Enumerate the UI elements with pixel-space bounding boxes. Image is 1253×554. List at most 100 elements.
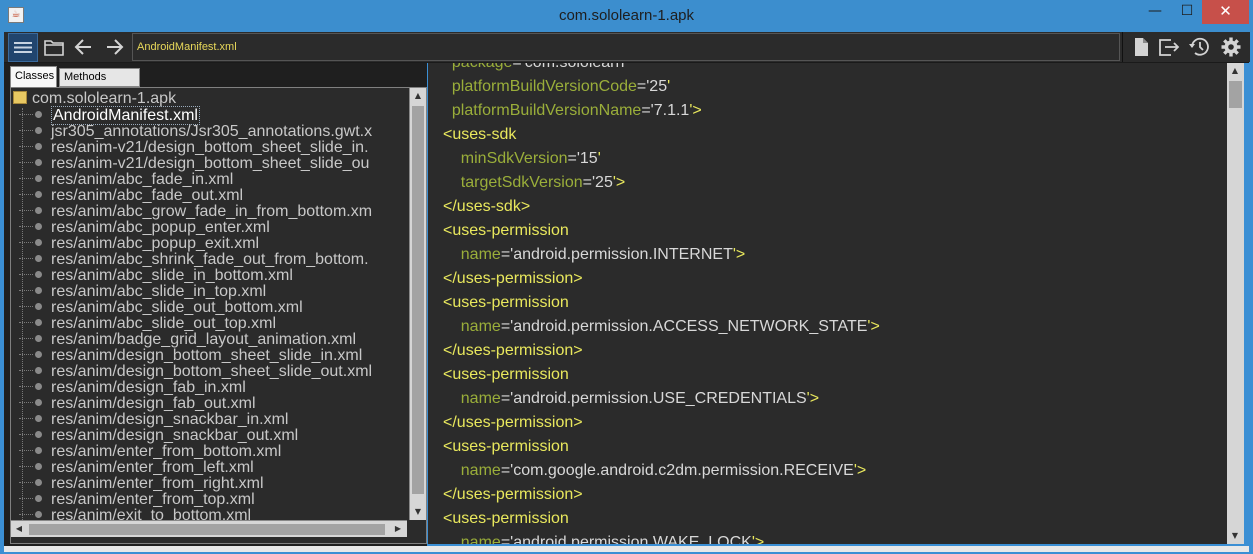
tree-connector	[19, 434, 33, 435]
tree-item-label: res/anim/enter_from_top.xml	[51, 491, 255, 508]
tree-connector	[19, 482, 33, 483]
tree-item[interactable]: res/anim/abc_grow_fade_in_from_bottom.xm	[19, 204, 372, 220]
tree-vertical-scrollbar[interactable]: ▲ ▼	[409, 88, 426, 520]
tree-item[interactable]: res/anim/design_bottom_sheet_slide_in.xm…	[19, 348, 362, 364]
tree-item[interactable]: res/anim/abc_fade_in.xml	[19, 172, 233, 188]
menu-button[interactable]	[8, 33, 38, 62]
xml-tag: </uses-permission>	[443, 270, 583, 287]
tree-item-label: res/anim/badge_grid_layout_animation.xml	[51, 331, 357, 348]
leaf-node-icon	[35, 335, 42, 342]
tab-methods-count[interactable]: Methods count	[59, 68, 140, 100]
tree-item[interactable]: res/anim/design_fab_in.xml	[19, 380, 246, 396]
tree-item[interactable]: res/anim/abc_popup_exit.xml	[19, 236, 259, 252]
settings-button[interactable]	[1219, 36, 1243, 58]
history-button[interactable]	[1187, 36, 1211, 58]
open-file-button[interactable]	[42, 36, 66, 58]
tree-item-label: res/anim/abc_slide_in_bottom.xml	[51, 267, 293, 284]
tree-vertical-scroll-thumb[interactable]	[412, 106, 424, 494]
tab-classes[interactable]: Classes	[10, 66, 57, 88]
scroll-down-icon[interactable]: ▼	[410, 504, 426, 520]
close-button[interactable]: ✕	[1202, 0, 1249, 24]
tree-horizontal-scroll-thumb[interactable]	[29, 524, 385, 535]
file-path-field[interactable]: AndroidManifest.xml	[132, 33, 1120, 61]
folder-open-icon	[44, 40, 64, 56]
tree-item[interactable]: res/anim/design_fab_out.xml	[19, 396, 256, 412]
scroll-right-icon[interactable]: ▶	[390, 521, 406, 537]
tree-item[interactable]: res/anim/enter_from_right.xml	[19, 476, 264, 492]
tree-item[interactable]: res/anim-v21/design_bottom_sheet_slide_o…	[19, 156, 369, 172]
xml-tag: <uses-permission	[443, 294, 569, 311]
leaf-node-icon	[35, 495, 42, 502]
tree-item-label: res/anim/abc_shrink_fade_out_from_bottom…	[51, 251, 369, 268]
class-browser-panel: Classes Methods count com.sololearn-1.ap…	[4, 63, 427, 546]
code-line: name='com.google.android.c2dm.permission…	[443, 459, 866, 483]
tree-item[interactable]: res/anim/design_snackbar_in.xml	[19, 412, 288, 428]
tree-connector	[19, 242, 33, 243]
tree-item[interactable]: res/anim/abc_slide_in_bottom.xml	[19, 268, 293, 284]
tree-item[interactable]: res/anim/abc_shrink_fade_out_from_bottom…	[19, 252, 369, 268]
tree-item-label: res/anim/design_bottom_sheet_slide_out.x…	[51, 363, 373, 380]
tree-item[interactable]: res/anim/abc_slide_out_bottom.xml	[19, 300, 303, 316]
code-editor[interactable]: package='com.sololearn' platformBuildVer…	[428, 63, 1224, 544]
tree-item[interactable]: res/anim/exit_to_bottom.xml	[19, 508, 251, 520]
xml-attribute: platformBuildVersionCode	[451, 78, 637, 95]
tree-item[interactable]: res/anim/badge_grid_layout_animation.xml	[19, 332, 356, 348]
scroll-up-icon[interactable]: ▲	[410, 88, 426, 104]
scroll-left-icon[interactable]: ◀	[11, 521, 27, 537]
file-tree[interactable]: com.sololearn-1.apk AndroidManifest.xml j…	[11, 88, 407, 520]
xml-equals: ='	[500, 534, 514, 544]
tree-item[interactable]: res/anim/enter_from_bottom.xml	[19, 444, 281, 460]
tree-item[interactable]: res/anim-v21/design_bottom_sheet_slide_i…	[19, 140, 369, 156]
scroll-down-icon[interactable]: ▼	[1227, 528, 1243, 544]
leaf-node-icon	[35, 351, 42, 358]
xml-attribute: package	[452, 63, 513, 71]
xml-attribute-value: android.permission.INTERNET	[513, 246, 733, 263]
leaf-node-icon	[35, 127, 42, 134]
xml-equals: ='	[500, 390, 514, 407]
export-project-button[interactable]	[1157, 36, 1181, 58]
tree-item[interactable]: jsr305_annotations/Jsr305_annotations.gw…	[19, 124, 372, 140]
leaf-node-icon	[35, 415, 42, 422]
tree-connector	[19, 386, 33, 387]
tree-item[interactable]: res/anim/design_snackbar_out.xml	[19, 428, 298, 444]
tree-item[interactable]: res/anim/enter_from_top.xml	[19, 492, 255, 508]
tree-item[interactable]: res/anim/abc_slide_out_top.xml	[19, 316, 276, 332]
tree-item[interactable]: res/anim/abc_fade_out.xml	[19, 188, 243, 204]
tree-connector	[19, 306, 33, 307]
tree-connector	[19, 498, 33, 499]
tree-item[interactable]: res/anim/enter_from_left.xml	[19, 460, 254, 476]
tree-item[interactable]: res/anim/abc_slide_in_top.xml	[19, 284, 266, 300]
window-title: com.sololearn-1.apk	[558, 7, 695, 24]
xml-tag: <uses-sdk	[443, 126, 517, 143]
leaf-node-icon	[35, 223, 42, 230]
code-line: minSdkVersion='15'	[443, 147, 601, 171]
xml-quote-close: '>	[853, 462, 867, 479]
back-button[interactable]	[72, 36, 96, 58]
xml-quote-close: '>	[751, 534, 765, 544]
tree-item[interactable]: res/anim/design_bottom_sheet_slide_out.x…	[19, 364, 372, 380]
tree-item[interactable]: res/anim/abc_popup_enter.xml	[19, 220, 270, 236]
code-line: platformBuildVersionName='7.1.1'>	[443, 99, 702, 123]
tree-item-label: res/anim/enter_from_right.xml	[51, 475, 264, 492]
xml-quote-close: '	[597, 150, 601, 167]
xml-quote-close: '>	[612, 174, 626, 191]
tree-connector	[19, 418, 33, 419]
code-vertical-scrollbar[interactable]: ▲ ▼	[1227, 63, 1244, 544]
export-file-button[interactable]	[1129, 36, 1153, 58]
tree-connector	[19, 354, 33, 355]
code-line: <uses-permission	[443, 219, 569, 243]
maximize-button[interactable]: ☐	[1172, 0, 1202, 24]
minimize-button[interactable]: —	[1140, 0, 1170, 24]
forward-button[interactable]	[102, 36, 126, 58]
tree-item[interactable]: AndroidManifest.xml	[19, 106, 200, 125]
title-bar[interactable]: ☕ com.sololearn-1.apk — ☐ ✕	[0, 0, 1253, 32]
leaf-node-icon	[35, 175, 42, 182]
scroll-up-icon[interactable]: ▲	[1227, 63, 1243, 79]
tree-item-label: res/anim/design_fab_in.xml	[51, 379, 246, 396]
xml-tag: </uses-sdk>	[443, 198, 531, 215]
tree-connector	[19, 274, 33, 275]
tree-horizontal-scrollbar[interactable]: ◀ ▶	[11, 520, 407, 537]
code-vertical-scroll-thumb[interactable]	[1229, 81, 1242, 108]
